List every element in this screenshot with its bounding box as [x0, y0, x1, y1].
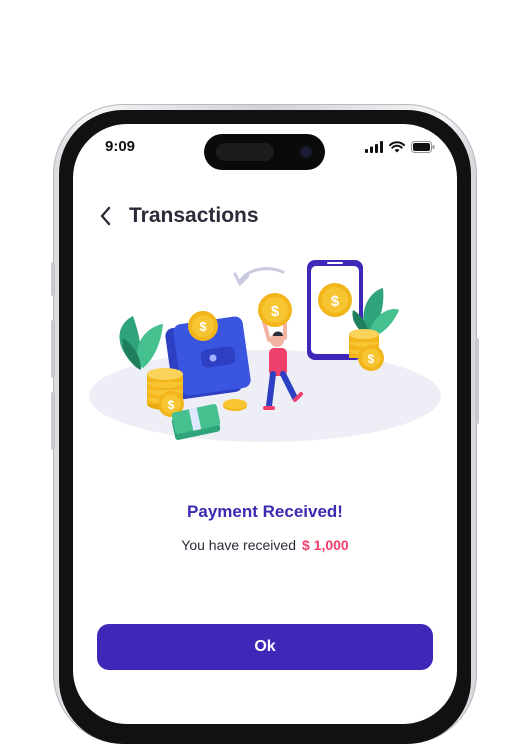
- coin-icon: [223, 399, 247, 411]
- svg-text:$: $: [271, 303, 280, 320]
- payment-illustration: $ $ $ $ $: [89, 260, 441, 442]
- payment-status-message: You have received $ 1,000: [73, 537, 457, 553]
- camera-icon: [301, 147, 311, 157]
- phone-screen: 9:09 Transactions $ $ $ $ $ Payment Rece…: [73, 124, 457, 724]
- page-title: Transactions: [129, 204, 259, 227]
- page-header: Transactions: [97, 204, 259, 228]
- svg-text:$: $: [168, 398, 175, 412]
- status-icons: [365, 141, 435, 153]
- phone-side-button: [51, 262, 55, 296]
- received-text: You have received: [181, 537, 296, 553]
- coin-icon: $: [188, 311, 218, 341]
- signal-icon: [365, 141, 383, 153]
- transfer-arrow-icon: [233, 267, 285, 286]
- back-icon[interactable]: [97, 205, 115, 227]
- status-time: 9:09: [105, 138, 136, 155]
- svg-text:$: $: [331, 293, 340, 310]
- island-sensor: [216, 143, 274, 161]
- phone-side-button: [51, 392, 55, 450]
- phone-side-button: [475, 338, 479, 424]
- battery-icon: [411, 141, 435, 153]
- dynamic-island: [204, 134, 325, 170]
- payment-status-title: Payment Received!: [187, 502, 343, 521]
- coin-icon: $: [318, 283, 352, 317]
- svg-text:$: $: [199, 319, 207, 334]
- coin-icon: $: [358, 345, 384, 371]
- phone-side-button: [51, 320, 55, 378]
- amount-value: $ 1,000: [301, 537, 349, 553]
- svg-text:$: $: [368, 352, 375, 366]
- wifi-icon: [389, 141, 405, 153]
- status-bar: 9:09: [73, 124, 457, 176]
- ok-button[interactable]: Ok: [97, 624, 433, 670]
- coin-icon: $: [258, 293, 292, 327]
